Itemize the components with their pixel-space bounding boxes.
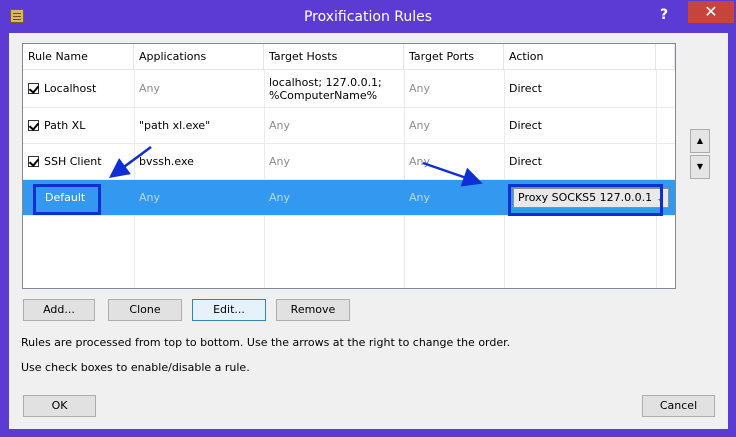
remove-button[interactable]: Remove xyxy=(276,299,350,321)
proxification-rules-window: Proxification Rules ? ✕ Rule Name Applic… xyxy=(0,0,736,437)
checkbox-help-text: Use check boxes to enable/disable a rule… xyxy=(21,361,250,374)
arrow-icon xyxy=(108,145,152,178)
move-down-button[interactable]: ▼ xyxy=(690,155,710,179)
move-up-button[interactable]: ▲ xyxy=(690,129,710,153)
ok-button[interactable]: OK xyxy=(23,395,96,417)
close-button[interactable]: ✕ xyxy=(688,1,734,23)
annotation-arrows xyxy=(108,145,483,187)
cancel-button[interactable]: Cancel xyxy=(642,395,715,417)
add-button[interactable]: Add... xyxy=(23,299,95,321)
dialog-body: Rule Name Applications Target Hosts Targ… xyxy=(9,33,728,429)
edit-button[interactable]: Edit... xyxy=(192,299,266,321)
arrow-icon xyxy=(422,161,483,187)
clone-button[interactable]: Clone xyxy=(108,299,182,321)
rules-grid: Rule Name Applications Target Hosts Targ… xyxy=(22,43,676,289)
order-help-text: Rules are processed from top to bottom. … xyxy=(21,336,511,349)
title-bar: Proxification Rules ? ✕ xyxy=(1,1,735,33)
window-title: Proxification Rules xyxy=(303,9,433,25)
help-button[interactable]: ? xyxy=(653,5,675,25)
